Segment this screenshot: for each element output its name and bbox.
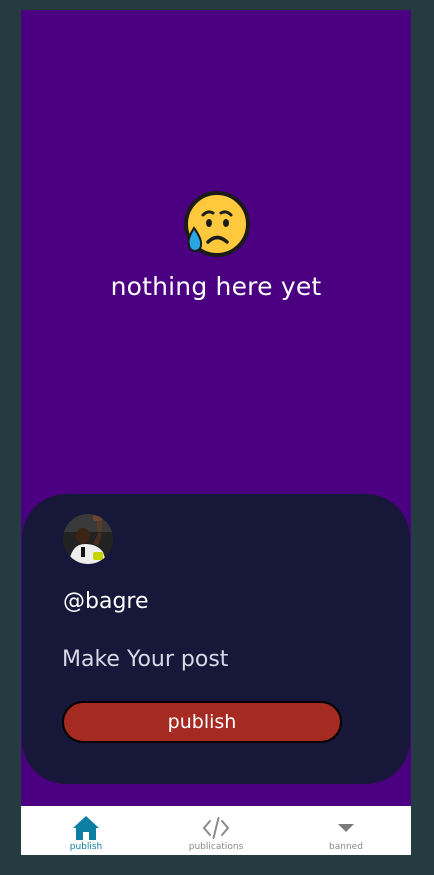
avatar[interactable]: [63, 514, 113, 564]
bottom-nav: publish publications banned: [21, 806, 411, 855]
post-input[interactable]: [62, 639, 362, 679]
nav-item-publications[interactable]: publications: [151, 806, 281, 855]
nav-item-banned[interactable]: banned: [281, 806, 411, 855]
nav-label-publish: publish: [69, 842, 103, 852]
code-icon: [203, 817, 229, 839]
home-icon: [73, 816, 99, 840]
post-composer: @bagre publish: [22, 494, 410, 784]
caret-down-icon: [338, 824, 354, 832]
nav-label-publications: publications: [188, 842, 244, 852]
empty-message: nothing here yet: [110, 272, 322, 301]
empty-state: nothing here yet: [21, 190, 411, 301]
username: @bagre: [63, 589, 149, 614]
nav-item-publish[interactable]: publish: [21, 806, 151, 855]
sad-face-icon: [184, 191, 250, 257]
nav-label-banned: banned: [329, 842, 363, 852]
app-screen: nothing here yet @bagre publish pu: [21, 10, 411, 855]
publish-button[interactable]: publish: [62, 701, 342, 743]
avatar-image: [63, 514, 113, 564]
